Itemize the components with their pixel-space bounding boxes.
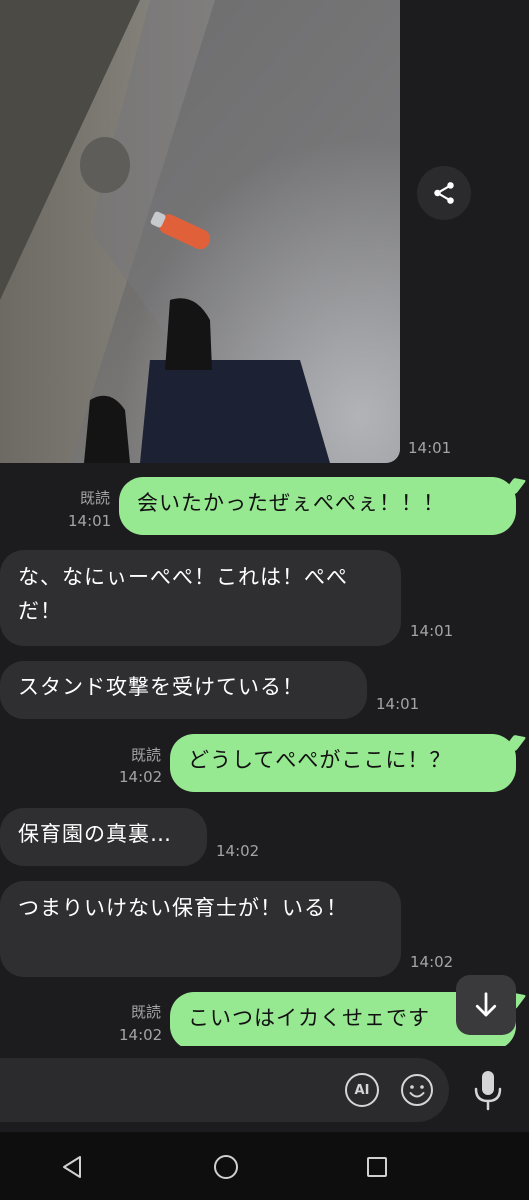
microphone-icon[interactable] [468,1068,508,1112]
message-timestamp: 14:02 [216,842,260,860]
ai-label: AI [354,1082,370,1098]
system-navigation-bar [0,1132,529,1200]
incoming-message[interactable]: 保育園の真裏… [0,808,207,866]
home-circle-icon[interactable] [211,1152,241,1182]
message-timestamp: 14:02 [410,953,454,971]
message-input-bar: AI [0,1046,529,1132]
incoming-message[interactable]: な、なにぃーぺぺ！これは！ぺぺだ！ [0,550,401,646]
share-button[interactable] [417,166,471,220]
emoji-icon[interactable] [400,1073,434,1107]
incoming-message[interactable]: つまりいけない保育士が！いる！ [0,881,401,977]
message-timestamp: 14:01 [68,512,112,530]
chat-area[interactable]: 14:01 既読 14:01 会いたかったぜぇぺぺぇ！！！ な、なにぃーぺぺ！こ… [0,0,529,1046]
recents-square-icon[interactable] [362,1152,392,1182]
message-timestamp: 14:01 [376,695,420,713]
back-triangle-icon[interactable] [58,1152,88,1182]
photo-message[interactable] [0,0,400,463]
message-timestamp: 14:02 [119,1026,163,1044]
outgoing-message[interactable]: どうしてぺぺがここに！？ [170,734,516,792]
incoming-message[interactable]: スタンド攻撃を受けている！ [0,661,367,719]
read-receipt: 既読 [130,1003,161,1021]
message-input[interactable] [0,1058,449,1122]
arrow-down-icon [475,992,497,1017]
message-timestamp: 14:01 [410,622,454,640]
photo-image [0,0,400,463]
share-icon [434,182,454,204]
photo-timestamp: 14:01 [408,439,452,457]
read-receipt: 既読 [130,746,161,764]
message-timestamp: 14:02 [119,768,163,786]
scroll-to-bottom-button[interactable] [456,975,516,1035]
read-receipt: 既読 [79,489,110,507]
ai-button[interactable]: AI [345,1073,379,1107]
outgoing-message[interactable]: 会いたかったぜぇぺぺぇ！！！ [119,477,516,535]
